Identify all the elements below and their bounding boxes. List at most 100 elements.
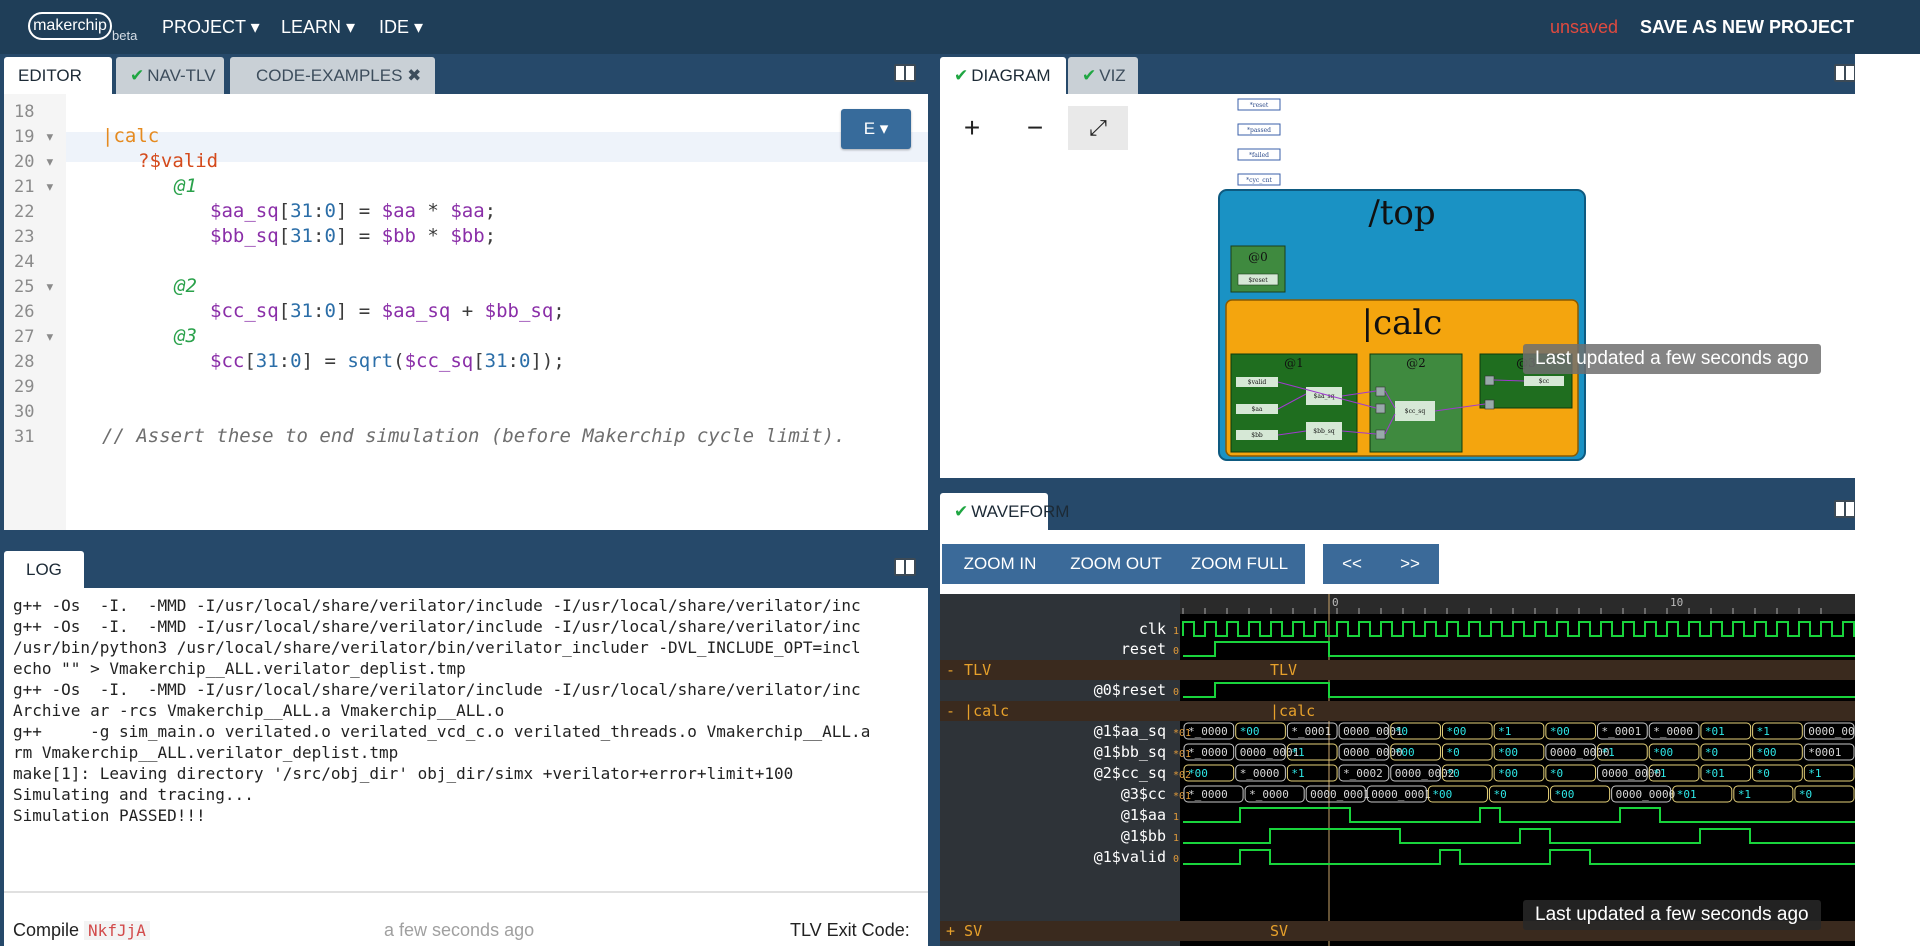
split-pane-icon[interactable]: [1834, 64, 1855, 82]
check-icon: ✔: [130, 66, 145, 85]
bus-value: *_0002: [1343, 767, 1383, 780]
bus-value: *00: [1653, 746, 1673, 759]
split-pane-icon[interactable]: [894, 64, 916, 82]
line-number: 21 ▾: [14, 177, 55, 197]
signal-name: @1$aa: [1121, 806, 1166, 824]
code-line[interactable]: |calc: [102, 125, 159, 147]
signal-name: @1$bb: [1121, 827, 1166, 845]
tab-diagram[interactable]: ✔ DIAGRAM: [940, 57, 1066, 94]
zoom-full-button[interactable]: ZOOM FULL: [1174, 544, 1305, 584]
waveform-tabbar: ✔ WAVEFORM: [940, 490, 1855, 530]
bus-value: *_0000: [1188, 725, 1228, 738]
log-line: Archive ar -rcs Vmakerchip__ALL.a Vmaker…: [13, 701, 505, 720]
bb-sq-signal-label: $bb_sq: [1313, 428, 1335, 435]
editor-mode-button[interactable]: E ▾: [841, 109, 911, 149]
signal-name: clk: [1139, 620, 1166, 638]
bus-value: *1: [1291, 767, 1304, 780]
bus-value: *00: [1446, 725, 1466, 738]
save-as-new-project-button[interactable]: SAVE AS NEW PROJECT: [1640, 17, 1854, 38]
code-line[interactable]: @2: [174, 275, 197, 297]
code-line[interactable]: @1: [174, 175, 197, 197]
editor-pane: EDITOR ✔ NAV-TLV CODE-EXAMPLES ✖ 18 19 ▾ |c…: [4, 54, 928, 530]
close-icon[interactable]: ✖: [407, 66, 421, 85]
code-line[interactable]: $cc_sq[31:0] = $aa_sq + $bb_sq;: [210, 300, 565, 322]
group-row: [940, 660, 1855, 680]
bus-value: 0000_0002: [1395, 767, 1455, 780]
log-line: Simulating and tracing...: [13, 785, 254, 804]
bus-value: *0: [1493, 788, 1506, 801]
signal-value: 1: [1173, 626, 1179, 637]
bus-value: *00: [1432, 788, 1452, 801]
scroll-right-button[interactable]: >>: [1381, 544, 1439, 584]
unsaved-status: unsaved: [1550, 17, 1619, 37]
menu-project[interactable]: PROJECT ▾: [162, 17, 260, 38]
bus-value: *1: [1738, 788, 1751, 801]
group-name: - TLV: [946, 661, 991, 679]
flop-icon: [1375, 386, 1386, 397]
code-line[interactable]: $aa_sq[31:0] = $aa * $aa;: [210, 200, 496, 222]
tab-log[interactable]: LOG: [4, 551, 84, 588]
diagram-updated-toast: Last updated a few seconds ago: [1523, 344, 1821, 374]
waveform-viewer[interactable]: 0 10clk 1reset 0@0$reset 0@1$aa_sq *01@1$bb_s…: [940, 594, 1855, 946]
compile-id[interactable]: NkfJjA: [84, 921, 150, 940]
group-row: [940, 701, 1855, 721]
pipeline-diagram[interactable]: *reset *passed *failed *cyc_cnt /top @0 …: [940, 94, 1855, 478]
stage1-label: @1: [1284, 356, 1304, 370]
menu-ide[interactable]: IDE ▾: [379, 17, 423, 38]
code-line[interactable]: @3: [174, 325, 197, 347]
tab-nav-tlv[interactable]: ✔ NAV-TLV: [116, 57, 224, 94]
zoom-in-button[interactable]: ZOOM IN: [942, 544, 1058, 584]
group-name: + SV: [946, 922, 982, 940]
line-number: 28: [14, 352, 35, 372]
ruler-label: 10: [1670, 596, 1683, 609]
scroll-left-button[interactable]: <<: [1323, 544, 1381, 584]
bus-value: *00: [1498, 746, 1518, 759]
bus-value: *_0000: [1653, 725, 1693, 738]
code-line[interactable]: // Assert these to end simulation (befor…: [102, 425, 846, 447]
code-line[interactable]: $bb_sq[31:0] = $bb * $bb;: [210, 225, 496, 247]
split-pane-icon[interactable]: [894, 558, 916, 576]
makerchip-logo[interactable]: makerchip: [28, 12, 112, 40]
bus-value: *1: [1757, 725, 1770, 738]
group-label: TLV: [1270, 661, 1297, 679]
line-number: 20 ▾: [14, 152, 55, 172]
signal-value: 0: [1173, 646, 1179, 657]
bus-value: *00: [1240, 725, 1260, 738]
compile-label: Compile NkfJjA: [13, 920, 150, 941]
stage0-label: @0: [1248, 250, 1268, 264]
tab-code-examples[interactable]: CODE-EXAMPLES ✖: [230, 57, 435, 94]
bus-value: *0: [1799, 788, 1812, 801]
cc-signal-label: $cc: [1539, 378, 1550, 385]
group-name: - |calc: [946, 702, 1009, 720]
line-number: 26: [14, 302, 35, 322]
line-number: 23: [14, 227, 35, 247]
tab-editor[interactable]: EDITOR: [4, 57, 112, 94]
bus-value: 0000_0000: [1808, 725, 1855, 738]
waveform-pane: ✔ WAVEFORM ZOOM IN ZOOM OUT ZOOM FULL << …: [940, 490, 1855, 946]
editor-tabbar: EDITOR ✔ NAV-TLV CODE-EXAMPLES ✖: [4, 54, 928, 94]
bus-value: *_0000: [1240, 767, 1280, 780]
group-label: SV: [1270, 922, 1288, 940]
signal-value: 0: [1173, 854, 1179, 865]
bus-value: *00: [1498, 767, 1518, 780]
bus-value: *1: [1602, 746, 1615, 759]
menu-learn[interactable]: LEARN ▾: [281, 17, 355, 38]
code-line[interactable]: ?$valid: [138, 150, 218, 172]
diagram-pane: ✔ DIAGRAM ✔ VIZ + − ⤢ *reset *passed *fail…: [940, 54, 1855, 478]
bus-value: *1: [1808, 767, 1821, 780]
log-line: Simulation PASSED!!!: [13, 806, 206, 825]
line-number: 22: [14, 202, 35, 222]
right-edge: [1855, 54, 1920, 946]
bus-value: *00: [1555, 788, 1575, 801]
zoom-out-button[interactable]: ZOOM OUT: [1058, 544, 1174, 584]
tab-viz[interactable]: ✔ VIZ: [1068, 57, 1138, 94]
tab-waveform[interactable]: ✔ WAVEFORM: [940, 493, 1069, 530]
line-number: 29: [14, 377, 35, 397]
signal-value: 1: [1173, 812, 1179, 823]
stage2-label: @2: [1406, 356, 1426, 370]
log-line: g++ -g sim_main.o verilated.o verilated_…: [13, 722, 871, 741]
split-pane-icon[interactable]: [1834, 500, 1855, 518]
bus-value: *00: [1757, 746, 1777, 759]
code-line[interactable]: $cc[31:0] = sqrt($cc_sq[31:0]);: [210, 350, 565, 372]
bus-value: *0: [1395, 725, 1408, 738]
